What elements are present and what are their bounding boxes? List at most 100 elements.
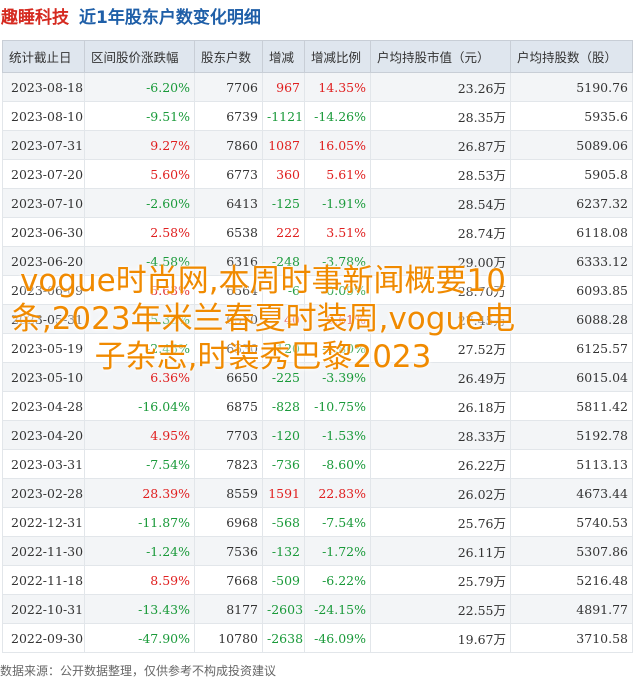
table-row: 2022-09-30 -47.90% 10780 -2638 -46.09% 19.67万…: [2, 623, 633, 653]
cell-avg-shares: 5740.53: [510, 507, 633, 537]
cell-avg-value: 26.11万: [370, 536, 511, 566]
cell-avg-shares: 5811.42: [510, 391, 633, 421]
cell-date: 2023-06-30: [2, 217, 85, 247]
cell-date: 2023-08-18: [2, 72, 85, 102]
cell-price-change: -16.04%: [84, 391, 195, 421]
cell-change: -736: [262, 449, 305, 479]
cell-date: 2022-11-30: [2, 536, 85, 566]
cell-change: 1591: [262, 478, 305, 508]
col-header-price-change[interactable]: 区间股价涨跌幅: [84, 40, 195, 73]
table-row: 2023-06-30 2.58% 6538 222 3.51% 28.74万 6118.08: [2, 217, 633, 247]
cell-holders: 8559: [194, 478, 263, 508]
cell-price-change: -11.87%: [84, 507, 195, 537]
col-header-avg-shares[interactable]: 户均持股数（股）: [510, 40, 633, 73]
table-header-row: 统计截止日 区间股价涨跌幅 股东户数 增减 增减比例 户均持股市值（元） 户均持…: [2, 40, 633, 73]
cell-price-change: -1.24%: [84, 536, 195, 566]
cell-change: -125: [262, 188, 305, 218]
col-header-change-ratio[interactable]: 增减比例: [304, 40, 371, 73]
table-row: 2023-07-10 -2.60% 6413 -125 -1.91% 28.54万 6237…: [2, 188, 633, 218]
cell-change-ratio: -8.60%: [304, 449, 371, 479]
col-header-change[interactable]: 增减: [262, 40, 305, 73]
table-row: 2023-03-31 -7.54% 7823 -736 -8.60% 26.22万 5113…: [2, 449, 633, 479]
cell-avg-value: 26.22万: [370, 449, 511, 479]
cell-holders: 6413: [194, 188, 263, 218]
cell-price-change: 9.27%: [84, 130, 195, 160]
cell-avg-shares: 5307.86: [510, 536, 633, 566]
cell-change-ratio: 3.51%: [304, 217, 371, 247]
cell-avg-shares: 6333.12: [510, 246, 633, 276]
cell-avg-value: 28.33万: [370, 420, 511, 450]
cell-date: 2022-09-30: [2, 623, 85, 653]
cell-price-change: -47.90%: [84, 623, 195, 653]
cell-avg-value: 26.18万: [370, 391, 511, 421]
cell-holders: 7860: [194, 130, 263, 160]
table-row: 2023-07-20 5.60% 6773 360 5.61% 28.53万 5905.8: [2, 159, 633, 189]
cell-price-change: -9.51%: [84, 101, 195, 131]
cell-price-change: 2.58%: [84, 217, 195, 247]
cell-change-ratio: 16.05%: [304, 130, 371, 160]
cell-change: -568: [262, 507, 305, 537]
cell-holders: 10780: [194, 623, 263, 653]
cell-avg-shares: 5935.6: [510, 101, 633, 131]
cell-avg-shares: 5216.48: [510, 565, 633, 595]
cell-avg-shares: 5190.76: [510, 72, 633, 102]
cell-change: -1121: [262, 101, 305, 131]
cell-avg-value: 23.26万: [370, 72, 511, 102]
cell-date: 2023-08-10: [2, 101, 85, 131]
cell-date: 2022-11-18: [2, 565, 85, 595]
cell-change-ratio: -46.09%: [304, 623, 371, 653]
cell-change: 1087: [262, 130, 305, 160]
cell-change: -828: [262, 391, 305, 421]
cell-change: 222: [262, 217, 305, 247]
cell-avg-value: 26.02万: [370, 478, 511, 508]
cell-change: -509: [262, 565, 305, 595]
cell-date: 2023-07-20: [2, 159, 85, 189]
col-header-date[interactable]: 统计截止日: [2, 40, 85, 73]
table-row: 2023-04-28 -16.04% 6875 -828 -10.75% 26.18万 58…: [2, 391, 633, 421]
cell-avg-value: 28.35万: [370, 101, 511, 131]
cell-holders: 6538: [194, 217, 263, 247]
cell-holders: 6773: [194, 159, 263, 189]
cell-holders: 6739: [194, 101, 263, 131]
cell-change-ratio: -6.22%: [304, 565, 371, 595]
cell-change: -2603: [262, 594, 305, 624]
col-header-holders[interactable]: 股东户数: [194, 40, 263, 73]
col-header-avg-value[interactable]: 户均持股市值（元）: [370, 40, 511, 73]
cell-date: 2023-02-28: [2, 478, 85, 508]
cell-holders: 7706: [194, 72, 263, 102]
cell-change: -132: [262, 536, 305, 566]
cell-date: 2023-07-10: [2, 188, 85, 218]
cell-avg-shares: 6237.32: [510, 188, 633, 218]
cell-avg-shares: 3710.58: [510, 623, 633, 653]
cell-change-ratio: -7.54%: [304, 507, 371, 537]
table-row: 2022-11-30 -1.24% 7536 -132 -1.72% 26.11万 5307…: [2, 536, 633, 566]
table-row: 2022-11-18 8.59% 7668 -509 -6.22% 25.79万 5216.…: [2, 565, 633, 595]
cell-change-ratio: 22.83%: [304, 478, 371, 508]
cell-avg-shares: 6125.57: [510, 333, 633, 363]
cell-date: 2022-12-31: [2, 507, 85, 537]
cell-avg-value: 26.87万: [370, 130, 511, 160]
cell-change-ratio: -1.53%: [304, 420, 371, 450]
overlay-caption: vogue时尚网,本周时事新闻概要10条,2023年米兰春夏时装周,vogue电…: [10, 263, 516, 375]
cell-avg-shares: 4673.44: [510, 478, 633, 508]
cell-holders: 8177: [194, 594, 263, 624]
cell-avg-shares: 5905.8: [510, 159, 633, 189]
cell-holders: 7703: [194, 420, 263, 450]
cell-avg-shares: 6088.28: [510, 304, 633, 334]
cell-holders: 6875: [194, 391, 263, 421]
cell-price-change: -2.60%: [84, 188, 195, 218]
cell-change: -2638: [262, 623, 305, 653]
cell-holders: 7536: [194, 536, 263, 566]
cell-date: 2023-03-31: [2, 449, 85, 479]
table-row: 2023-04-20 4.95% 7703 -120 -1.53% 28.33万 5192.…: [2, 420, 633, 450]
cell-avg-value: 25.76万: [370, 507, 511, 537]
cell-price-change: -7.54%: [84, 449, 195, 479]
table-row: 2023-02-28 28.39% 8559 1591 22.83% 26.02万 4673…: [2, 478, 633, 508]
cell-price-change: -13.43%: [84, 594, 195, 624]
cell-change: -120: [262, 420, 305, 450]
cell-date: 2023-04-20: [2, 420, 85, 450]
cell-avg-shares: 5113.13: [510, 449, 633, 479]
cell-price-change: 5.60%: [84, 159, 195, 189]
table-row: 2022-10-31 -13.43% 8177 -2603 -24.15% 22.55万 4…: [2, 594, 633, 624]
cell-date: 2023-04-28: [2, 391, 85, 421]
